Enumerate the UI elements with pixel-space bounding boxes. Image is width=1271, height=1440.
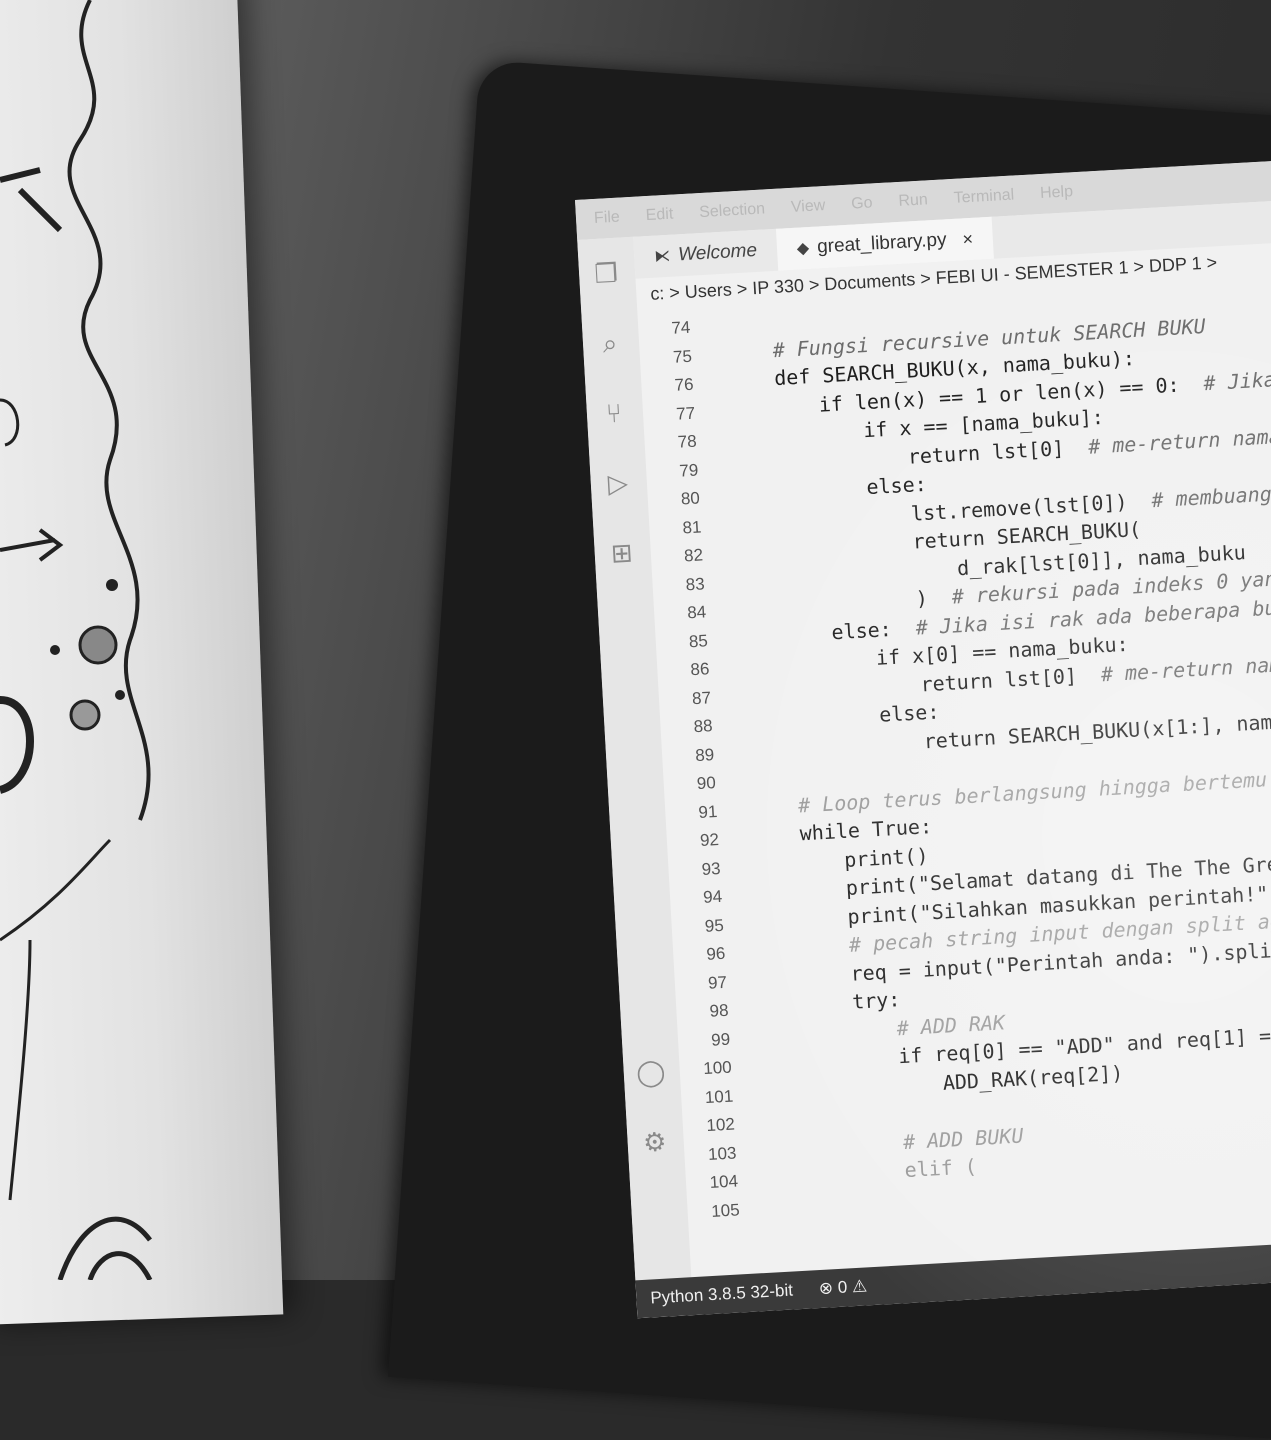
line-number: 77 <box>675 403 696 424</box>
code-text: else: <box>878 699 941 727</box>
menu-item-view[interactable]: View <box>790 197 825 217</box>
line-number: 102 <box>705 1114 736 1136</box>
line-number: 78 <box>677 431 698 452</box>
vscode-logo-icon: ⧔ <box>653 247 671 266</box>
line-number: 90 <box>696 773 717 794</box>
line-number: 96 <box>705 943 726 964</box>
line-number: 83 <box>685 573 706 594</box>
vscode-window: File Edit Selection View Go Run Terminal Help ❐… <box>575 157 1271 1319</box>
line-number: 91 <box>697 801 718 822</box>
line-number: 82 <box>683 545 704 566</box>
line-number: 74 <box>670 317 691 338</box>
search-icon[interactable]: ⌕ <box>594 327 626 359</box>
line-number: 81 <box>681 516 702 537</box>
line-number: 100 <box>702 1057 733 1079</box>
menu-item-terminal[interactable]: Terminal <box>953 186 1014 207</box>
close-icon[interactable]: × <box>962 228 974 250</box>
menu-item-selection[interactable]: Selection <box>699 200 766 222</box>
code-comment: # ADD BUKU <box>902 1122 1024 1154</box>
paper-doodles <box>0 0 153 1280</box>
line-number: 87 <box>691 687 712 708</box>
code-editor[interactable]: 74 75 # Fungsi recursive untuk SEARCH BUKU… <box>638 277 1271 1275</box>
extensions-icon[interactable]: ⊞ <box>606 537 638 569</box>
tab-welcome[interactable]: ⧔ Welcome <box>633 229 778 279</box>
code-comment: # Jika i <box>1202 366 1271 395</box>
code-text: print() <box>843 842 930 872</box>
line-number: 93 <box>701 858 722 879</box>
code-text: else: <box>865 471 928 500</box>
settings-gear-icon[interactable]: ⚙ <box>639 1126 671 1158</box>
python-interpreter-status[interactable]: Python 3.8.5 32-bit <box>650 1281 794 1309</box>
line-number: 88 <box>693 716 714 737</box>
line-number: 84 <box>686 602 707 623</box>
line-number: 104 <box>709 1171 739 1192</box>
line-number: 80 <box>680 488 701 509</box>
line-number: 85 <box>688 630 709 651</box>
menu-item-file[interactable]: File <box>594 209 621 228</box>
line-number: 105 <box>710 1199 741 1221</box>
line-number: 75 <box>672 346 693 367</box>
source-control-icon[interactable]: ⑂ <box>598 397 630 429</box>
line-number: 103 <box>707 1142 737 1164</box>
line-number: 97 <box>707 972 728 993</box>
code-text: try: <box>851 987 901 1014</box>
code-line[interactable]: 105 <box>687 1194 778 1227</box>
files-icon[interactable]: ❐ <box>590 258 622 290</box>
code-text: ) <box>915 584 953 611</box>
line-number: 99 <box>710 1029 731 1050</box>
tab-file-label: great_library.py <box>816 229 948 258</box>
code-line[interactable]: 102 <box>682 1108 773 1141</box>
menu-item-go[interactable]: Go <box>851 194 873 213</box>
line-number: 98 <box>709 1000 729 1021</box>
menu-item-run[interactable]: Run <box>898 191 928 211</box>
code-text: return SEARCH_BUKU(x[1:], nama_bu <box>923 706 1271 753</box>
code-comment: # ADD RAK <box>896 1009 1006 1040</box>
line-number: 101 <box>704 1086 734 1107</box>
code-text: else: <box>830 615 917 644</box>
menu-item-help[interactable]: Help <box>1040 183 1074 203</box>
code-line[interactable]: 74 <box>638 312 729 345</box>
python-file-icon: ◆ <box>796 240 810 258</box>
line-number: 92 <box>699 829 720 851</box>
menu-item-edit[interactable]: Edit <box>645 206 674 226</box>
line-number: 94 <box>702 886 723 907</box>
code-text: elif ( <box>903 1154 978 1183</box>
code-line[interactable]: 91 # Loop terus berlangsung hingga bertem… <box>665 762 1271 828</box>
code-line[interactable]: 90 <box>663 767 754 800</box>
code-comment: # membuang d <box>1150 481 1271 512</box>
run-debug-icon[interactable]: ▷ <box>602 467 634 499</box>
code-comment: # Loop terus berlangsung hingga bertemu … <box>797 766 1268 817</box>
line-number: 86 <box>689 659 710 680</box>
line-number: 79 <box>678 460 699 481</box>
code-comment: # me-return nama <box>1087 423 1271 459</box>
line-number: 89 <box>694 744 715 765</box>
account-icon[interactable]: ◯ <box>635 1056 667 1088</box>
tab-welcome-label: Welcome <box>677 239 758 266</box>
line-number: 95 <box>704 915 725 936</box>
line-number: 76 <box>674 374 694 395</box>
